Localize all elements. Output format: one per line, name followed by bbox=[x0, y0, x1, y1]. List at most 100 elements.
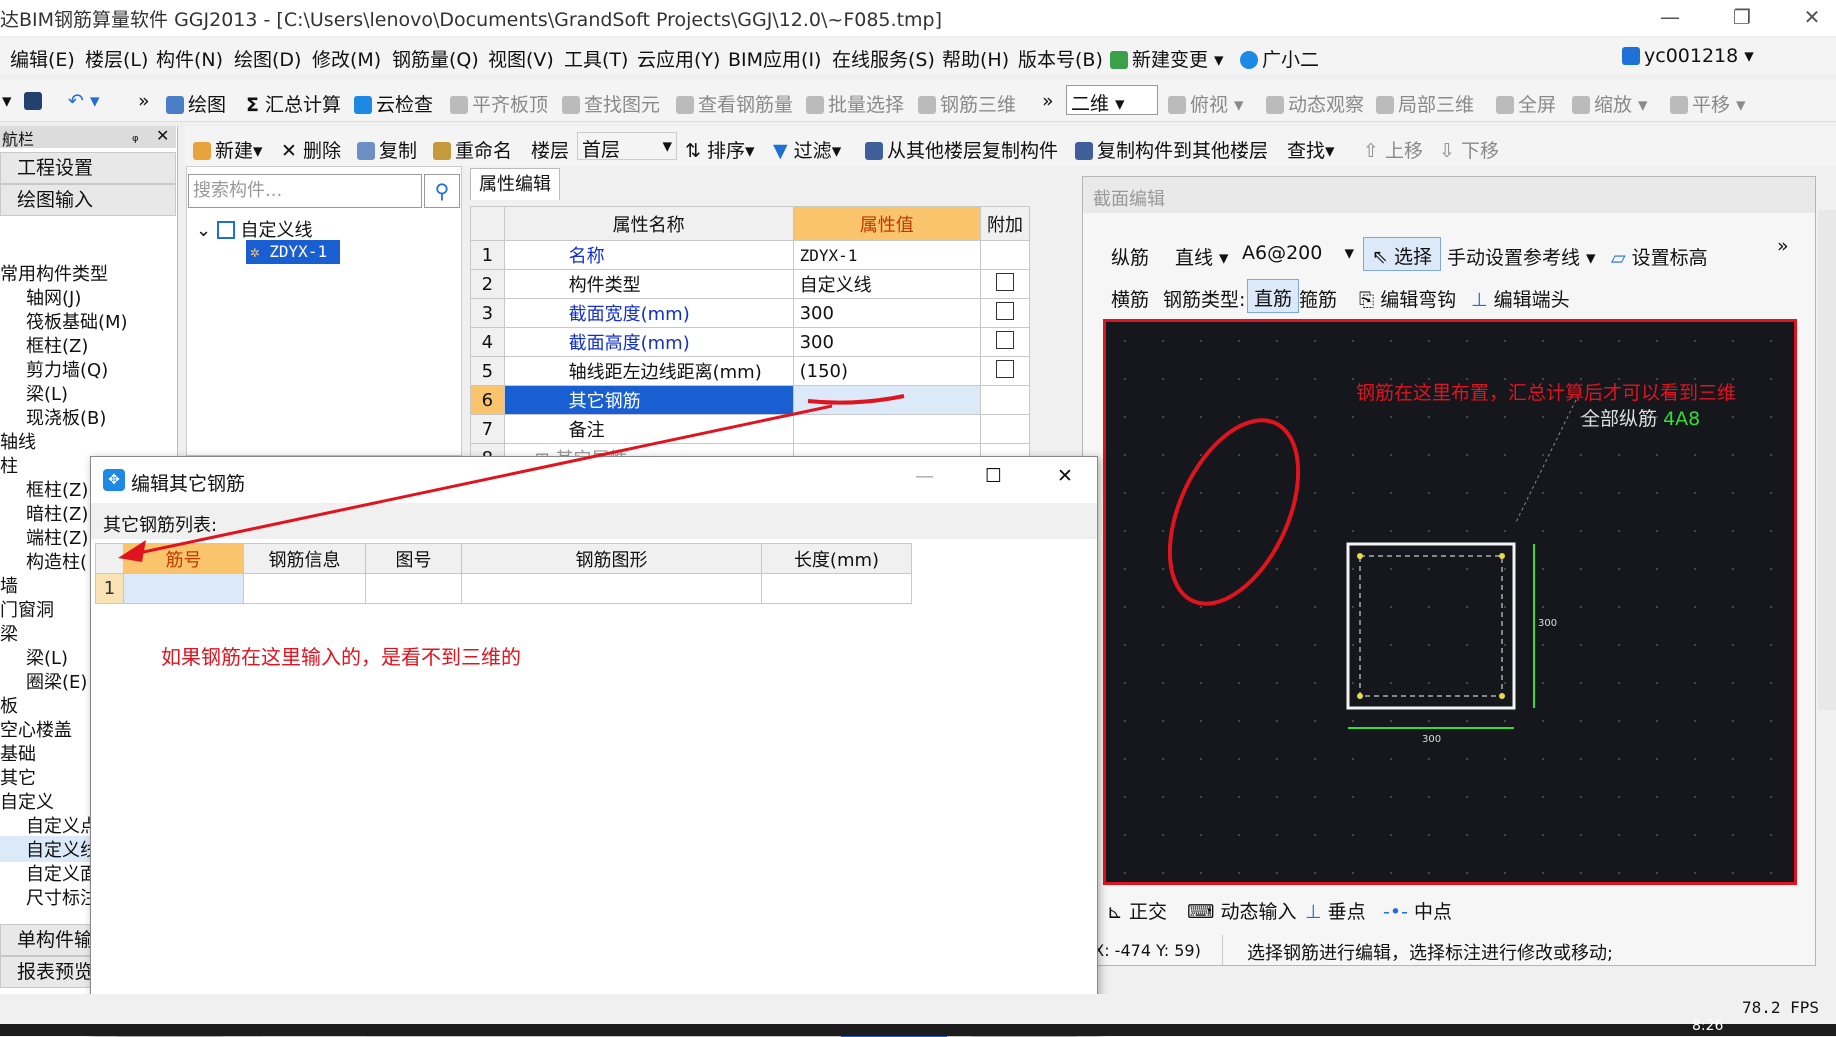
undo-icon[interactable]: ↶ ▾ bbox=[68, 90, 100, 112]
floor-select[interactable]: 首层 ▾ bbox=[577, 132, 677, 161]
tree-end-column[interactable]: 端柱(Z) bbox=[0, 524, 88, 550]
drawing-input-button[interactable]: 绘图输入 bbox=[0, 184, 176, 216]
pan-button[interactable]: 平移 ▾ bbox=[1670, 90, 1746, 117]
find-element-button[interactable]: 查找图元 bbox=[562, 90, 660, 117]
tree-wall[interactable]: 墙 bbox=[0, 572, 18, 598]
menu-modify[interactable]: 修改(M) bbox=[312, 45, 381, 72]
draw-button[interactable]: 绘图 bbox=[166, 90, 226, 117]
tree-hollow-floor[interactable]: 空心楼盖 bbox=[0, 716, 72, 742]
menu-tools[interactable]: 工具(T) bbox=[564, 45, 628, 72]
toolbar-overflow-icon[interactable]: » bbox=[138, 90, 150, 112]
close-icon[interactable]: ✕ bbox=[156, 126, 169, 145]
close-button[interactable]: ✕ bbox=[1782, 0, 1836, 36]
new-button[interactable]: 新建▾ bbox=[193, 136, 263, 163]
orthogonal-toggle[interactable]: ⊾ 正交 bbox=[1107, 897, 1167, 924]
align-slab-top-button[interactable]: 平齐板顶 bbox=[450, 90, 548, 117]
tree-beam[interactable]: 梁(L) bbox=[0, 380, 68, 406]
edit-hook-button[interactable]: ⎘ 编辑弯钩 bbox=[1359, 285, 1456, 312]
find-button[interactable]: 查找▾ bbox=[1287, 136, 1335, 163]
extra-checkbox[interactable] bbox=[995, 359, 1014, 378]
tree-beam-group[interactable]: 梁 bbox=[0, 620, 18, 646]
longitudinal-rebar-button[interactable]: 纵筋 bbox=[1111, 243, 1149, 270]
edit-end-button[interactable]: ⊥ 编辑端头 bbox=[1471, 285, 1570, 312]
pin-icon[interactable]: ᵩ bbox=[132, 126, 139, 145]
copy-to-floor-button[interactable]: 复制构件到其他楼层 bbox=[1075, 136, 1268, 163]
toolbar-overflow-icon-2[interactable]: » bbox=[1042, 90, 1054, 112]
user-account[interactable]: yc001218 ▾ bbox=[1622, 45, 1754, 67]
view-rebar-qty-button[interactable]: 查看钢筋量 bbox=[676, 90, 793, 117]
toolbar-dropdown[interactable]: ▾ bbox=[2, 90, 12, 112]
menu-draw[interactable]: 绘图(D) bbox=[234, 45, 301, 72]
tree-slab[interactable]: 板 bbox=[0, 692, 18, 718]
table-row-selected[interactable]: 6 其它钢筋 bbox=[470, 385, 1031, 415]
main-scrollbar[interactable] bbox=[1818, 210, 1836, 710]
dynamic-view-button[interactable]: 动态观察 bbox=[1266, 90, 1364, 117]
menu-help[interactable]: 帮助(H) bbox=[942, 45, 1009, 72]
transverse-rebar-button[interactable]: 横筋 bbox=[1111, 285, 1149, 312]
table-row[interactable]: 2 构件类型 自定义线 bbox=[470, 269, 1031, 299]
stirrup-button[interactable]: 箍筋 bbox=[1299, 285, 1337, 312]
cloud-check-button[interactable]: 云检查 bbox=[354, 90, 433, 117]
summary-calc-button[interactable]: Σ 汇总计算 bbox=[246, 90, 341, 117]
copy-from-floor-button[interactable]: 从其他楼层复制构件 bbox=[865, 136, 1058, 163]
tree-frame-column-2[interactable]: 框柱(Z) bbox=[0, 476, 88, 502]
tree-axis-grid[interactable]: 轴网(J) bbox=[0, 284, 81, 310]
menu-bim[interactable]: BIM应用(I) bbox=[728, 45, 821, 72]
rebar-spec-select[interactable]: A6@200 ▾ bbox=[1238, 239, 1358, 269]
dialog-minimize-button[interactable]: — bbox=[915, 465, 934, 487]
tree-openings[interactable]: 门窗洞 bbox=[0, 596, 54, 622]
rename-button[interactable]: 重命名 bbox=[433, 136, 512, 163]
tree-custom-point[interactable]: 自定义点 bbox=[0, 812, 98, 838]
menu-edit[interactable]: 编辑(E) bbox=[10, 45, 75, 72]
perpendicular-point-toggle[interactable]: ⊥ 垂点 bbox=[1305, 897, 1366, 924]
select-tool-button[interactable]: ⇖ 选择 bbox=[1363, 237, 1441, 271]
tree-raft-foundation[interactable]: 筏板基础(M) bbox=[0, 308, 128, 334]
table-row[interactable]: 7 备注 bbox=[470, 414, 1031, 444]
extra-checkbox[interactable] bbox=[995, 330, 1014, 349]
minimize-button[interactable]: — bbox=[1640, 0, 1700, 36]
set-elevation-button[interactable]: ▱ 设置标高 bbox=[1611, 243, 1708, 270]
section-drawing-canvas[interactable]: 钢筋在这里布置，汇总计算后才可以看到三维 全部纵筋 4A8 300 300 bbox=[1103, 319, 1797, 885]
tree-constructional-column[interactable]: 构造柱( bbox=[0, 548, 87, 574]
table-row[interactable]: 5 轴线距左边线距离(mm) (150) bbox=[470, 356, 1031, 386]
save-icon[interactable] bbox=[24, 90, 46, 112]
rebar-3d-button[interactable]: 钢筋三维 bbox=[918, 90, 1016, 117]
tree-column[interactable]: 柱 bbox=[0, 452, 18, 478]
restore-button[interactable]: ❐ bbox=[1712, 0, 1772, 36]
menu-view[interactable]: 视图(V) bbox=[488, 45, 554, 72]
move-down-button[interactable]: ⇩ 下移 bbox=[1439, 136, 1499, 163]
tree-beam-2[interactable]: 梁(L) bbox=[0, 644, 68, 670]
menu-version[interactable]: 版本号(B) bbox=[1018, 45, 1103, 72]
tree-root-custom-line[interactable]: ⌄ 自定义线 bbox=[196, 216, 313, 242]
search-input[interactable]: 搜索构件... bbox=[188, 174, 422, 208]
midpoint-toggle[interactable]: -•- 中点 bbox=[1383, 897, 1452, 924]
tree-custom-area[interactable]: 自定义面 bbox=[0, 860, 98, 886]
menu-online[interactable]: 在线服务(S) bbox=[832, 45, 935, 72]
tree-axis[interactable]: 轴线 bbox=[0, 428, 36, 454]
tree-hidden-column[interactable]: 暗柱(Z) bbox=[0, 500, 88, 526]
filter-button[interactable]: ▼ 过滤▾ bbox=[773, 136, 841, 163]
menu-cloud[interactable]: 云应用(Y) bbox=[637, 45, 720, 72]
local-3d-button[interactable]: 局部三维 bbox=[1376, 90, 1474, 117]
table-row[interactable]: 1 名称 ZDYX-1 bbox=[470, 240, 1031, 270]
copy-button[interactable]: 复制 bbox=[357, 136, 417, 163]
delete-button[interactable]: ✕ 删除 bbox=[281, 136, 341, 163]
menu-floor[interactable]: 楼层(L) bbox=[85, 45, 148, 72]
menu-assistant[interactable]: 广小二 bbox=[1240, 45, 1319, 72]
menu-new-change[interactable]: 新建变更 ▾ bbox=[1110, 45, 1224, 72]
tree-cast-slab[interactable]: 现浇板(B) bbox=[0, 404, 106, 430]
view-mode-select[interactable]: 二维 ▾ bbox=[1066, 85, 1158, 115]
tree-frame-column[interactable]: 框柱(Z) bbox=[0, 332, 88, 358]
top-view-button[interactable]: 俯视 ▾ bbox=[1168, 90, 1244, 117]
table-row[interactable]: 1 bbox=[95, 573, 912, 604]
project-settings-button[interactable]: 工程设置 bbox=[0, 152, 176, 184]
batch-select-button[interactable]: 批量选择 bbox=[806, 90, 904, 117]
fullscreen-button[interactable]: 全屏 bbox=[1496, 90, 1556, 117]
tree-item-zdyx-1[interactable]: ✲ ZDYX-1 bbox=[246, 240, 340, 264]
zoom-button[interactable]: 缩放 ▾ bbox=[1572, 90, 1648, 117]
menu-rebar-qty[interactable]: 钢筋量(Q) bbox=[392, 45, 479, 72]
menu-component[interactable]: 构件(N) bbox=[156, 45, 223, 72]
straight-rebar-button[interactable]: 直筋 bbox=[1247, 279, 1300, 313]
sort-button[interactable]: ⇅ 排序▾ bbox=[685, 136, 755, 163]
line-mode-select[interactable]: 直线 ▾ bbox=[1175, 243, 1229, 270]
